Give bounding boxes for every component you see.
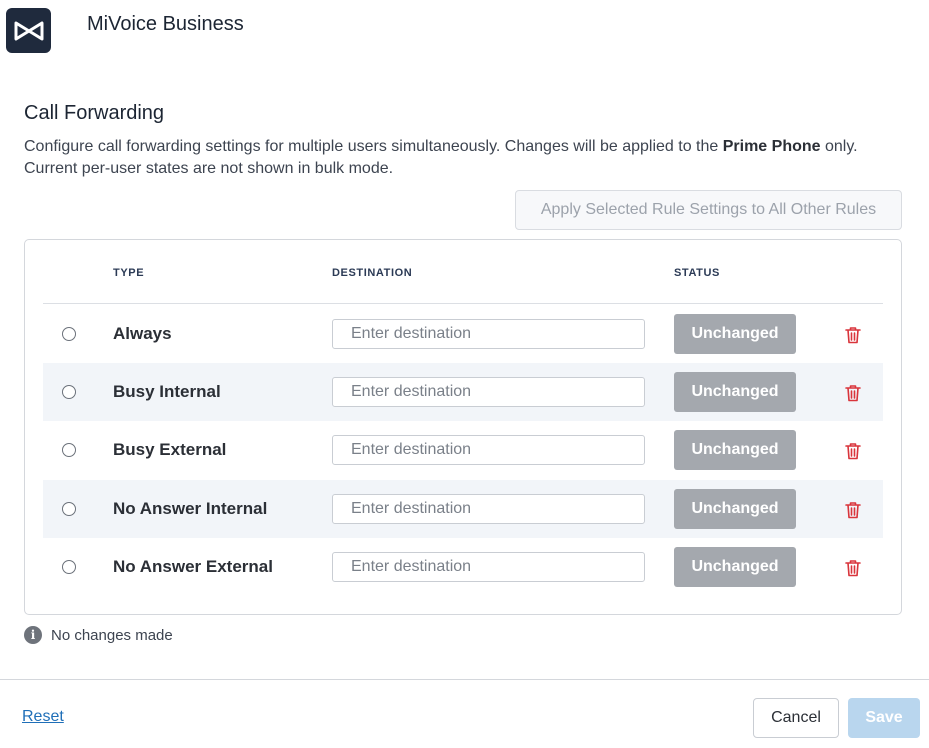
- rule-row-always: Always Unchanged: [43, 305, 883, 363]
- rule-type-label: Busy Internal: [113, 382, 221, 401]
- trash-icon: [845, 385, 861, 402]
- delete-rule-button[interactable]: [843, 324, 863, 346]
- column-header-type: TYPE: [113, 267, 145, 279]
- description-bold-prime-phone: Prime Phone: [722, 138, 821, 155]
- description-text-1: Configure call forwarding settings for m…: [24, 138, 723, 155]
- rule-row-busy-external: Busy External Unchanged: [43, 421, 883, 479]
- destination-input[interactable]: [332, 435, 645, 465]
- delete-rule-button[interactable]: [843, 382, 863, 404]
- section-description: Configure call forwarding settings for m…: [24, 136, 904, 180]
- save-button[interactable]: Save: [848, 698, 920, 738]
- change-summary: i No changes made: [24, 625, 173, 645]
- rule-row-busy-internal: Busy Internal Unchanged: [43, 363, 883, 421]
- rule-row-no-answer-external: No Answer External Unchanged: [43, 538, 883, 596]
- header-divider: [43, 303, 883, 304]
- rule-type-label: No Answer External: [113, 557, 273, 576]
- change-summary-text: No changes made: [51, 626, 173, 644]
- column-header-destination: DESTINATION: [332, 267, 413, 279]
- status-badge: Unchanged: [674, 372, 796, 412]
- rule-select-radio[interactable]: [62, 443, 76, 457]
- delete-rule-button[interactable]: [843, 499, 863, 521]
- destination-input[interactable]: [332, 319, 645, 349]
- column-header-status: STATUS: [674, 267, 720, 279]
- destination-input[interactable]: [332, 552, 645, 582]
- reset-link[interactable]: Reset: [22, 708, 64, 726]
- trash-icon: [845, 327, 861, 344]
- app-title: MiVoice Business: [87, 13, 244, 35]
- section-title: Call Forwarding: [24, 102, 165, 124]
- app-header: MiVoice Business: [0, 0, 929, 60]
- rules-table: TYPE DESTINATION STATUS Always Unchanged…: [24, 239, 902, 615]
- destination-input[interactable]: [332, 494, 645, 524]
- rule-type-label: Always: [113, 324, 172, 343]
- footer-divider: [0, 679, 929, 680]
- destination-input[interactable]: [332, 377, 645, 407]
- status-badge: Unchanged: [674, 430, 796, 470]
- status-badge: Unchanged: [674, 547, 796, 587]
- mitel-logo-icon: [6, 8, 51, 53]
- rule-select-radio[interactable]: [62, 560, 76, 574]
- trash-icon: [845, 443, 861, 460]
- rule-type-label: Busy External: [113, 440, 227, 459]
- trash-icon: [845, 560, 861, 577]
- delete-rule-button[interactable]: [843, 557, 863, 579]
- rule-select-radio[interactable]: [62, 385, 76, 399]
- status-badge: Unchanged: [674, 489, 796, 529]
- delete-rule-button[interactable]: [843, 440, 863, 462]
- rule-row-no-answer-internal: No Answer Internal Unchanged: [43, 480, 883, 538]
- info-icon: i: [24, 626, 42, 644]
- apply-to-all-rules-button[interactable]: Apply Selected Rule Settings to All Othe…: [515, 190, 902, 230]
- rule-type-label: No Answer Internal: [113, 499, 268, 518]
- trash-icon: [845, 502, 861, 519]
- rule-select-radio[interactable]: [62, 327, 76, 341]
- cancel-button[interactable]: Cancel: [753, 698, 839, 738]
- status-badge: Unchanged: [674, 314, 796, 354]
- rule-select-radio[interactable]: [62, 502, 76, 516]
